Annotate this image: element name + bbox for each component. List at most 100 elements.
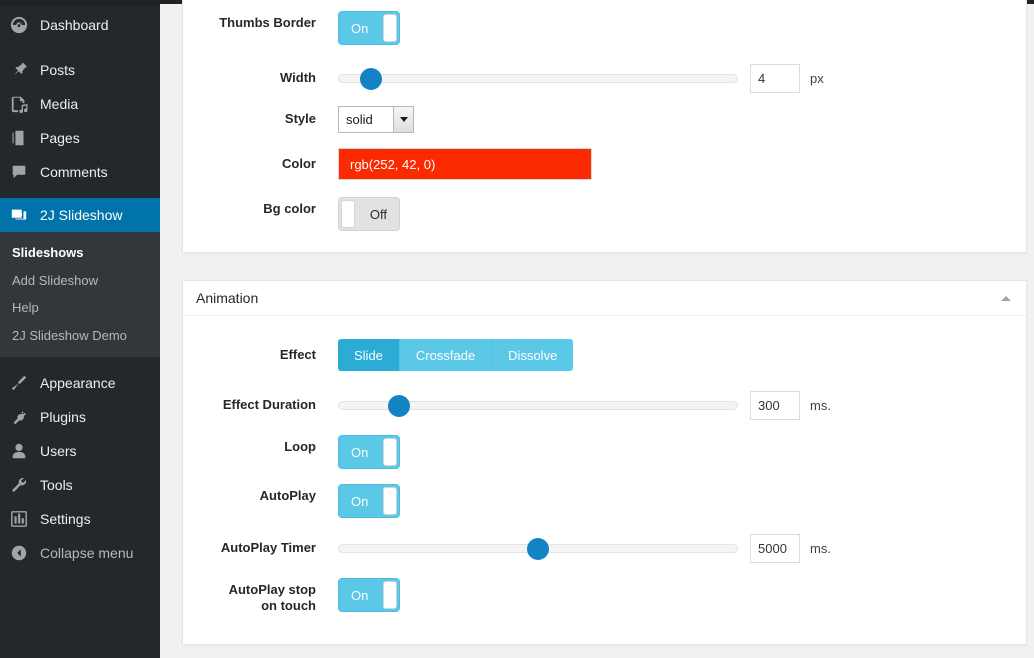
appearance-icon — [10, 373, 34, 393]
sidebar-item-settings[interactable]: Settings — [0, 502, 160, 536]
row-label-autoplay-timer: AutoPlay Timer — [220, 540, 316, 556]
row-label-autoplay: AutoPlay — [259, 488, 316, 503]
row-control-autoplay-timer: 5000 ms. — [338, 534, 831, 563]
color-picker-bar[interactable]: rgb(252, 42, 0) — [338, 148, 592, 180]
sidebar-divider — [0, 44, 160, 53]
sidebar-item-label: Comments — [40, 164, 108, 180]
effect-duration-unit: ms. — [810, 398, 831, 413]
sidebar-item-users[interactable]: Users — [0, 434, 160, 468]
row-autoplay: AutoPlay On — [183, 484, 1028, 518]
color-value-text: rgb(252, 42, 0) — [350, 156, 436, 172]
width-slider-handle[interactable] — [359, 67, 382, 90]
width-slider[interactable] — [338, 67, 738, 90]
row-bg-color: Bg color Off — [183, 197, 1028, 231]
toggle-knob — [383, 438, 397, 466]
toggle-knob — [383, 14, 397, 42]
effect-duration-slider-handle[interactable] — [387, 394, 410, 417]
sidebar-item-2j-slideshow[interactable]: 2J Slideshow — [0, 198, 168, 232]
row-label-autoplay-stop-line2: on touch — [261, 598, 316, 614]
media-icon — [10, 94, 34, 114]
row-control-autoplay-stop: On — [338, 578, 400, 612]
sidebar-item-posts[interactable]: Posts — [0, 53, 160, 87]
width-input[interactable]: 4 — [750, 64, 800, 93]
row-effect-duration: Effect Duration 300 ms. — [183, 391, 1028, 420]
sidebar-submenu: Slideshows Add Slideshow Help 2J Slidesh… — [0, 232, 160, 358]
chevron-up-icon — [1001, 295, 1011, 301]
sidebar-divider — [0, 357, 160, 366]
effect-option-dissolve[interactable]: Dissolve — [492, 339, 574, 371]
sidebar-item-label: Tools — [40, 477, 73, 494]
row-autoplay-stop-on-touch: AutoPlay stop on touch On — [183, 578, 1028, 615]
row-thumbs-border: Thumbs Border On — [183, 11, 1028, 45]
effect-duration-input[interactable]: 300 — [750, 391, 800, 420]
row-control-autoplay: On — [338, 484, 400, 518]
toggle-knob — [341, 200, 355, 228]
submenu-item-slideshows[interactable]: Slideshows — [0, 239, 160, 267]
effect-segmented-control: Slide Crossfade Dissolve — [338, 339, 574, 371]
chevron-down-icon[interactable] — [393, 107, 413, 132]
width-unit: px — [810, 71, 824, 86]
effect-option-crossfade[interactable]: Crossfade — [399, 339, 493, 371]
thumbs-border-toggle[interactable]: On — [338, 11, 400, 45]
autoplay-timer-input[interactable]: 5000 — [750, 534, 800, 563]
row-control-width: 4 px — [338, 64, 824, 93]
thumbs-border-panel: Thumbs Border On Width 4 px Style solid … — [182, 0, 1027, 253]
submenu-item-demo[interactable]: 2J Slideshow Demo — [0, 322, 160, 350]
submenu-item-help[interactable]: Help — [0, 294, 160, 322]
sidebar-item-label: Plugins — [40, 409, 86, 426]
admin-sidebar: Dashboard Posts Media Pages Comments 2J … — [0, 0, 168, 658]
row-label-color: Color — [282, 155, 316, 171]
row-label-width: Width — [280, 70, 316, 86]
bg-color-toggle[interactable]: Off — [338, 197, 400, 231]
autoplay-timer-slider-handle[interactable] — [527, 537, 549, 560]
autoplay-timer-slider[interactable] — [338, 537, 738, 560]
sidebar-item-dashboard[interactable]: Dashboard — [0, 6, 160, 44]
collapse-menu-label: Collapse menu — [40, 545, 134, 562]
row-label-autoplay-stop: AutoPlay stop on touch — [183, 578, 338, 615]
bg-color-toggle-label: Off — [369, 206, 387, 222]
autoplay-timer-unit: ms. — [810, 541, 831, 556]
dashboard-icon — [10, 15, 34, 35]
toggle-knob — [383, 581, 397, 609]
row-control-style: solid — [338, 106, 414, 133]
animation-panel-header[interactable]: Animation — [183, 281, 1026, 316]
effect-duration-slider[interactable] — [338, 394, 738, 417]
settings-icon — [10, 509, 34, 529]
autoplay-stop-toggle[interactable]: On — [338, 578, 400, 612]
sidebar-item-plugins[interactable]: Plugins — [0, 400, 160, 434]
row-autoplay-timer: AutoPlay Timer 5000 ms. — [183, 534, 1028, 563]
row-effect: Effect Slide Crossfade Dissolve — [183, 339, 1028, 371]
row-control-loop: On — [338, 435, 400, 469]
animation-panel: Animation Effect Slide Crossfade Dissolv… — [182, 280, 1027, 645]
sidebar-item-media[interactable]: Media — [0, 87, 160, 121]
effect-option-slide[interactable]: Slide — [338, 339, 400, 371]
app-root: Dashboard Posts Media Pages Comments 2J … — [0, 0, 1034, 658]
submenu-item-add-slideshow[interactable]: Add Slideshow — [0, 267, 160, 295]
panel-collapse-toggle[interactable] — [996, 288, 1016, 308]
row-label-style: Style — [284, 111, 316, 127]
sidebar-item-label: Pages — [40, 130, 80, 146]
style-select-value: solid — [346, 112, 373, 127]
sidebar-item-label: Dashboard — [40, 17, 109, 33]
sidebar-item-comments[interactable]: Comments — [0, 155, 160, 189]
sidebar-item-label: 2J Slideshow — [40, 207, 123, 223]
animation-panel-title: Animation — [196, 290, 259, 306]
autoplay-toggle[interactable]: On — [338, 484, 400, 518]
comments-icon — [10, 162, 34, 182]
sidebar-item-label: Appearance — [40, 375, 116, 392]
thumbs-border-toggle-label: On — [351, 20, 369, 36]
row-control-color: rgb(252, 42, 0) — [338, 148, 592, 180]
sidebar-item-tools[interactable]: Tools — [0, 468, 160, 502]
loop-toggle[interactable]: On — [338, 435, 400, 469]
sidebar-divider — [0, 189, 160, 198]
row-loop: Loop On — [183, 435, 1028, 469]
sidebar-item-pages[interactable]: Pages — [0, 121, 160, 155]
style-select[interactable]: solid — [338, 106, 414, 133]
row-label-effect: Effect — [279, 346, 316, 362]
loop-toggle-label: On — [351, 444, 369, 460]
plugins-icon — [10, 407, 34, 427]
collapse-menu-button[interactable]: Collapse menu — [0, 536, 160, 570]
sidebar-item-label: Posts — [40, 62, 76, 78]
sidebar-item-appearance[interactable]: Appearance — [0, 366, 160, 400]
users-icon — [10, 441, 34, 461]
